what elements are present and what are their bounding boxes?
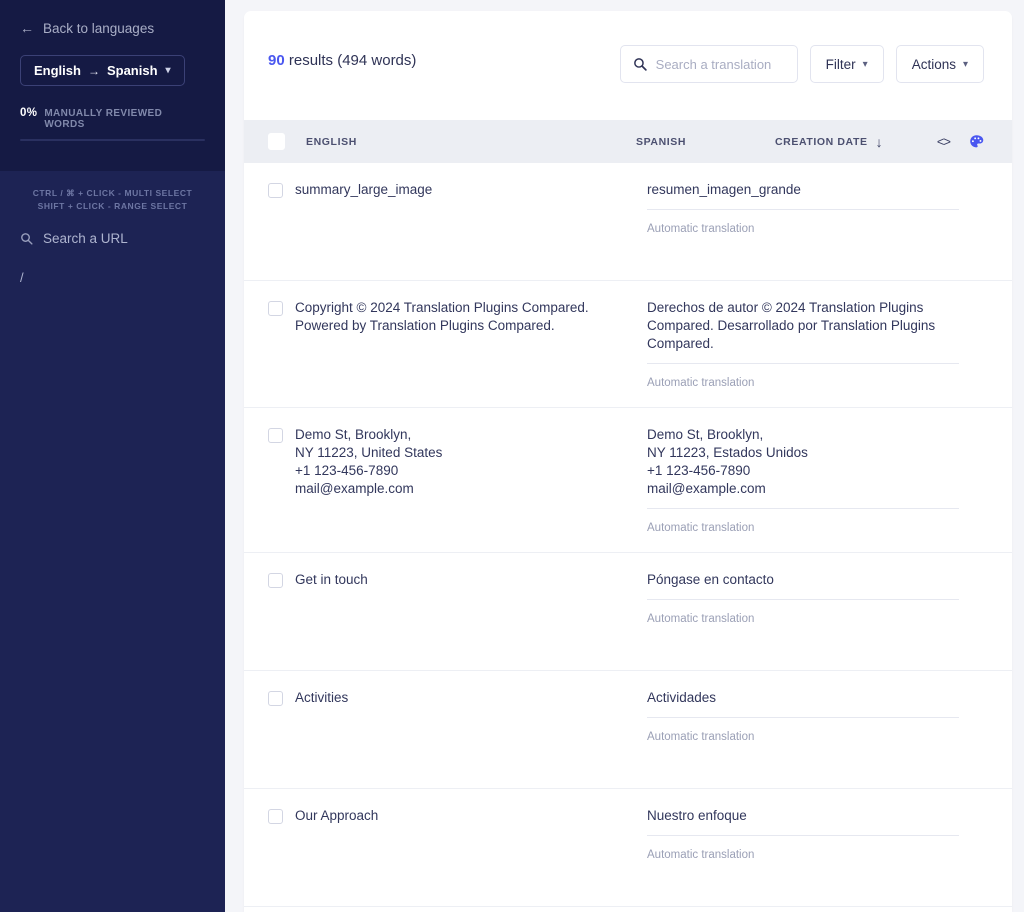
results-count: 90 [268, 52, 285, 69]
toolbar-actions: Filter ▾ Actions ▾ [619, 45, 984, 83]
column-header-creation-date[interactable]: CREATION DATE ↓ [775, 135, 883, 149]
panel-toolbar: 90 results (494 words) Filter ▾ [244, 11, 1012, 120]
target-text[interactable]: Nuestro enfoque [647, 807, 959, 836]
target-text[interactable]: Derechos de autor © 2024 Translation Plu… [647, 299, 959, 364]
target-text[interactable]: Demo St, Brooklyn, NY 11223, Estados Uni… [647, 426, 959, 509]
source-text-cell: Get in touch [295, 572, 368, 587]
translations-table-body: summary_large_image resumen_imagen_grand… [244, 163, 1012, 907]
main-content: 90 results (494 words) Filter ▾ [225, 0, 1024, 912]
creation-date-cell [959, 299, 984, 407]
target-cell: resumen_imagen_grande Automatic translat… [647, 181, 959, 280]
back-to-languages-label: Back to languages [43, 20, 155, 36]
results-summary: 90 results (494 words) [268, 45, 416, 69]
target-cell: Derechos de autor © 2024 Translation Plu… [647, 299, 959, 407]
hint-multi-select: CTRL / ⌘ + CLICK - MULTI SELECT [32, 188, 193, 198]
source-text-cell: Activities [295, 690, 349, 705]
actions-button-label: Actions [911, 56, 956, 72]
creation-date-cell [959, 689, 984, 788]
row-checkbox[interactable] [268, 809, 283, 824]
source-text-cell: Our Approach [295, 808, 379, 823]
column-header-english[interactable]: ENGLISH [306, 136, 636, 148]
translation-origin-label: Automatic translation [647, 522, 755, 534]
translation-origin-label: Automatic translation [647, 613, 755, 625]
reviewed-progress-percent: 0% [20, 107, 38, 119]
reviewed-progress-label: 0% MANUALLY REVIEWED WORDS [20, 107, 205, 130]
row-checkbox[interactable] [268, 691, 283, 706]
app-root: ← Back to languages English → Spanish ▾ … [0, 0, 1024, 912]
target-cell: Póngase en contacto Automatic translatio… [647, 571, 959, 670]
chevron-down-icon: ▾ [862, 58, 868, 70]
source-text-cell: summary_large_image [295, 182, 433, 197]
target-text[interactable]: Actividades [647, 689, 959, 718]
translation-origin-label: Automatic translation [647, 377, 755, 389]
table-header-tools: <> [937, 134, 984, 149]
translations-panel: 90 results (494 words) Filter ▾ [244, 11, 1012, 912]
chevron-down-icon: ▾ [165, 65, 171, 76]
table-row: Our Approach Nuestro enfoque Automatic t… [244, 789, 1012, 907]
translation-search-box[interactable] [619, 45, 798, 83]
sidebar-top-section: ← Back to languages English → Spanish ▾ … [0, 0, 225, 171]
table-row: Copyright © 2024 Translation Plugins Com… [244, 281, 1012, 408]
url-list-item[interactable]: / [20, 267, 205, 288]
table-row: summary_large_image resumen_imagen_grand… [244, 163, 1012, 281]
row-checkbox[interactable] [268, 573, 283, 588]
arrow-right-icon: → [87, 63, 100, 78]
table-row: Activities Actividades Automatic transla… [244, 671, 1012, 789]
selection-hints: CTRL / ⌘ + CLICK - MULTI SELECT SHIFT + … [20, 187, 205, 213]
arrow-left-icon: ← [20, 20, 34, 36]
results-summary-text: results (494 words) [284, 52, 417, 69]
search-icon [21, 233, 33, 245]
back-to-languages-link[interactable]: ← Back to languages [20, 14, 205, 42]
sidebar-bottom-section: CTRL / ⌘ + CLICK - MULTI SELECT SHIFT + … [0, 171, 225, 912]
source-text-cell: Copyright © 2024 Translation Plugins Com… [295, 300, 589, 333]
column-header-spanish[interactable]: SPANISH [636, 136, 775, 148]
target-cell: Demo St, Brooklyn, NY 11223, Estados Uni… [647, 426, 959, 552]
filter-button-label: Filter [825, 56, 856, 72]
filter-button[interactable]: Filter ▾ [809, 45, 884, 83]
table-row: Demo St, Brooklyn, NY 11223, United Stat… [244, 408, 1012, 553]
target-text[interactable]: Póngase en contacto [647, 571, 959, 600]
row-checkbox[interactable] [268, 301, 283, 316]
url-search-field[interactable]: Search a URL [20, 231, 205, 246]
search-icon [633, 58, 647, 71]
url-list: / [20, 267, 205, 288]
translation-origin-label: Automatic translation [647, 731, 755, 743]
row-checkbox[interactable] [268, 183, 283, 198]
select-all-checkbox[interactable] [268, 133, 285, 150]
sidebar: ← Back to languages English → Spanish ▾ … [0, 0, 225, 912]
language-source-label: English [34, 63, 81, 78]
reviewed-progress: 0% MANUALLY REVIEWED WORDS [20, 107, 205, 141]
language-target-label: Spanish [106, 63, 158, 78]
target-cell: Nuestro enfoque Automatic translation [647, 807, 959, 906]
creation-date-cell [959, 571, 984, 670]
creation-date-cell [959, 807, 984, 906]
sort-descending-icon[interactable]: ↓ [876, 135, 883, 149]
creation-date-cell [959, 181, 984, 280]
target-text[interactable]: resumen_imagen_grande [647, 181, 959, 210]
language-pair-selector[interactable]: English → Spanish ▾ [20, 55, 185, 86]
code-view-icon[interactable]: <> [937, 134, 951, 149]
source-text-cell: Demo St, Brooklyn, NY 11223, United Stat… [295, 427, 443, 496]
hint-range-select: SHIFT + CLICK - RANGE SELECT [37, 201, 188, 211]
column-header-creation-date-label: CREATION DATE [775, 135, 868, 148]
search-input[interactable] [655, 56, 785, 72]
table-header-row: ENGLISH SPANISH CREATION DATE ↓ <> [244, 120, 1012, 163]
table-row: Get in touch Póngase en contacto Automat… [244, 553, 1012, 671]
url-search-placeholder: Search a URL [43, 231, 128, 246]
creation-date-cell [959, 426, 984, 552]
palette-icon[interactable] [969, 134, 984, 149]
chevron-down-icon: ▾ [962, 58, 968, 70]
actions-button[interactable]: Actions ▾ [895, 45, 984, 83]
target-cell: Actividades Automatic translation [647, 689, 959, 788]
row-checkbox[interactable] [268, 428, 283, 443]
translation-origin-label: Automatic translation [647, 223, 755, 235]
translation-origin-label: Automatic translation [647, 849, 755, 861]
reviewed-progress-caption: MANUALLY REVIEWED WORDS [44, 108, 163, 130]
